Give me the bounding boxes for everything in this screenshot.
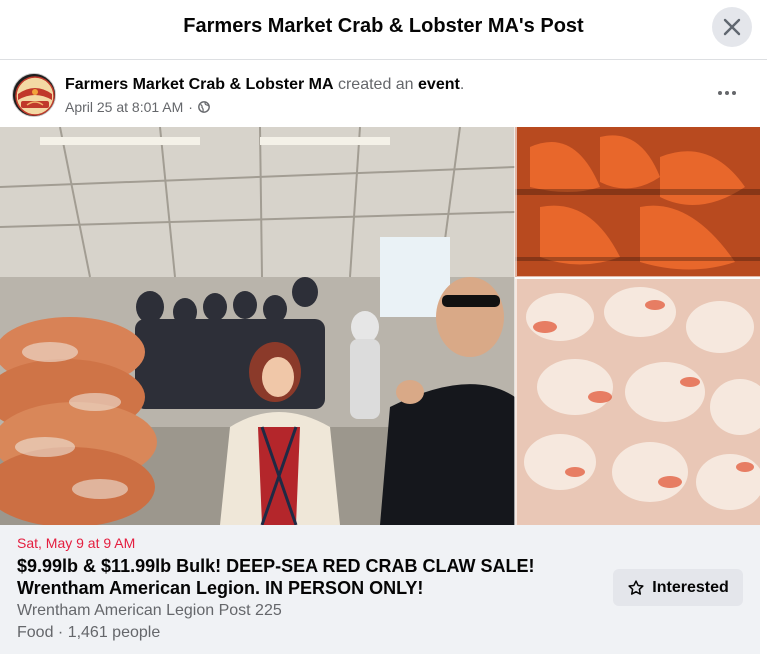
event-venue: Wrentham American Legion Post 225 [17,602,282,619]
author-line: Farmers Market Crab & Lobster MA created… [65,76,464,94]
action-text: created an [337,76,414,93]
event-date: Sat, May 9 at 9 AM [17,535,136,551]
modal-header: Farmers Market Crab & Lobster MA's Post [0,0,767,60]
modal-title: Farmers Market Crab & Lobster MA's Post [183,15,584,37]
interested-label: Interested [652,578,729,596]
page-logo [13,74,55,116]
close-button[interactable] [712,7,752,47]
event-info: Sat, May 9 at 9 AM $9.99lb & $11.99lb Bu… [0,525,760,654]
meta-separator: · [188,99,193,115]
more-horizontal-icon [718,91,736,95]
author-name[interactable]: Farmers Market Crab & Lobster MA [65,76,334,93]
event-cover-image[interactable] [0,127,760,525]
event-stats: Food · 1,461 people [17,624,161,641]
more-options-button[interactable] [707,75,747,111]
post-timestamp[interactable]: April 25 at 8:01 AM [65,99,183,115]
globe-icon [198,101,210,113]
post-meta: April 25 at 8:01 AM · [65,99,210,115]
action-period: . [459,76,465,93]
star-icon [628,579,644,595]
event-link[interactable]: event [418,76,460,93]
post-header: Farmers Market Crab & Lobster MA created… [0,61,767,127]
close-icon [723,18,741,36]
event-photo-collage [0,127,760,525]
avatar[interactable] [12,73,56,117]
event-title[interactable]: $9.99lb & $11.99lb Bulk! DEEP-SEA RED CR… [17,555,577,599]
event-card[interactable]: Sat, May 9 at 9 AM $9.99lb & $11.99lb Bu… [0,127,760,654]
interested-button[interactable]: Interested [613,569,743,606]
